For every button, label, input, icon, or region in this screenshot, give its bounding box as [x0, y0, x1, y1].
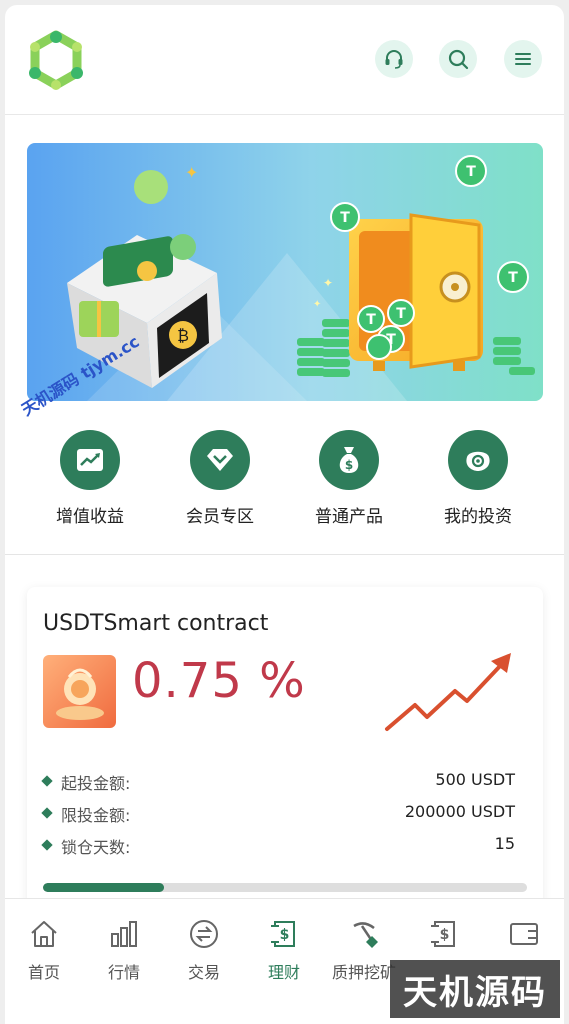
pickaxe-icon: [347, 917, 381, 951]
svg-text:$: $: [280, 927, 290, 943]
nav-label: 首页: [27, 963, 60, 982]
product-rate: 0.75 %: [132, 653, 306, 709]
svg-text:✦: ✦: [323, 276, 333, 290]
bar-chart-icon: [107, 917, 141, 951]
money-bag-icon: $: [319, 430, 379, 490]
hex-logo-icon[interactable]: [25, 29, 87, 91]
progress-fill: [43, 883, 164, 892]
nav-item-trade[interactable]: 交易: [165, 917, 243, 983]
watermark-box: 天机源码: [390, 960, 560, 1018]
quick-action-my-investment[interactable]: 我的投资: [413, 425, 543, 527]
product-title: USDTSmart contract: [43, 611, 269, 636]
quick-action-regular[interactable]: $ 普通产品: [284, 425, 414, 527]
watermark-text: 天机源码: [403, 972, 547, 1013]
quick-action-label: 会员专区: [186, 507, 254, 527]
product-thumbnail: [43, 655, 116, 728]
svg-text:✦: ✦: [185, 163, 198, 182]
transfer-icon: $: [427, 917, 461, 951]
nav-item-finance[interactable]: $ 理财: [245, 917, 323, 983]
svg-text:T: T: [396, 306, 406, 322]
svg-text:T: T: [366, 312, 376, 328]
search-button[interactable]: [439, 40, 477, 78]
nav-item-wallet[interactable]: [485, 917, 563, 959]
svg-text:$: $: [345, 458, 353, 472]
menu-icon: [515, 53, 531, 65]
section-divider: [5, 554, 564, 555]
headset-button[interactable]: [375, 40, 413, 78]
header: [5, 5, 564, 115]
quick-action-label: 增值收益: [56, 507, 124, 527]
svg-text:T: T: [466, 164, 476, 180]
quick-action-label: 普通产品: [315, 507, 383, 527]
quick-action-label: 我的投资: [444, 507, 512, 527]
detail-row-max-investment: 限投金额: 200000 USDT: [41, 801, 515, 825]
chart-up-icon: [60, 430, 120, 490]
nav-item-home[interactable]: 首页: [5, 917, 83, 983]
nav-label: 交易: [187, 963, 220, 982]
progress-bar: [43, 883, 527, 892]
svg-text:T: T: [340, 210, 350, 226]
trend-up-icon: [385, 653, 511, 731]
detail-key: 限投金额:: [61, 806, 131, 825]
detail-value: 200000 USDT: [404, 802, 515, 821]
svg-text:T: T: [508, 270, 518, 286]
detail-row-lock-days: 锁仓天数: 15: [41, 833, 515, 857]
detail-value: 500 USDT: [435, 770, 515, 789]
coin-wallet-icon: [448, 430, 508, 490]
detail-value: 15: [494, 834, 515, 853]
app-container: ₿ ✦ TTT T T T ✦ ✦ 增值收益 会员专区 $ 普通产品 我的投资 …: [5, 5, 564, 1024]
detail-key: 起投金额:: [61, 774, 131, 793]
nav-item-market[interactable]: 行情: [85, 917, 163, 983]
bullet-icon: [41, 807, 53, 819]
diamond-icon: [190, 430, 250, 490]
detail-row-min-investment: 起投金额: 500 USDT: [41, 769, 515, 793]
quick-action-member[interactable]: 会员专区: [155, 425, 285, 527]
svg-text:✦: ✦: [313, 299, 321, 310]
wallet-icon: [507, 917, 541, 951]
bullet-icon: [41, 775, 53, 787]
home-icon: [27, 917, 61, 951]
nav-label: 行情: [107, 963, 140, 982]
nav-label: 理财: [267, 963, 300, 982]
svg-text:T: T: [386, 332, 396, 348]
quick-actions: 增值收益 会员专区 $ 普通产品 我的投资: [5, 425, 564, 535]
detail-key: 锁仓天数:: [61, 838, 131, 857]
menu-button[interactable]: [504, 40, 542, 78]
quick-action-value-added[interactable]: 增值收益: [25, 425, 155, 527]
exchange-icon: [187, 917, 221, 951]
finance-icon: $: [267, 917, 301, 951]
headset-icon: [385, 50, 403, 69]
nav-item-transfer[interactable]: $: [405, 917, 483, 959]
search-icon: [448, 49, 469, 70]
product-card[interactable]: USDTSmart contract 0.75 % 起投金额: 500 USDT…: [27, 587, 543, 917]
svg-text:₿: ₿: [177, 326, 189, 345]
svg-text:$: $: [440, 927, 450, 943]
bullet-icon: [41, 839, 53, 851]
